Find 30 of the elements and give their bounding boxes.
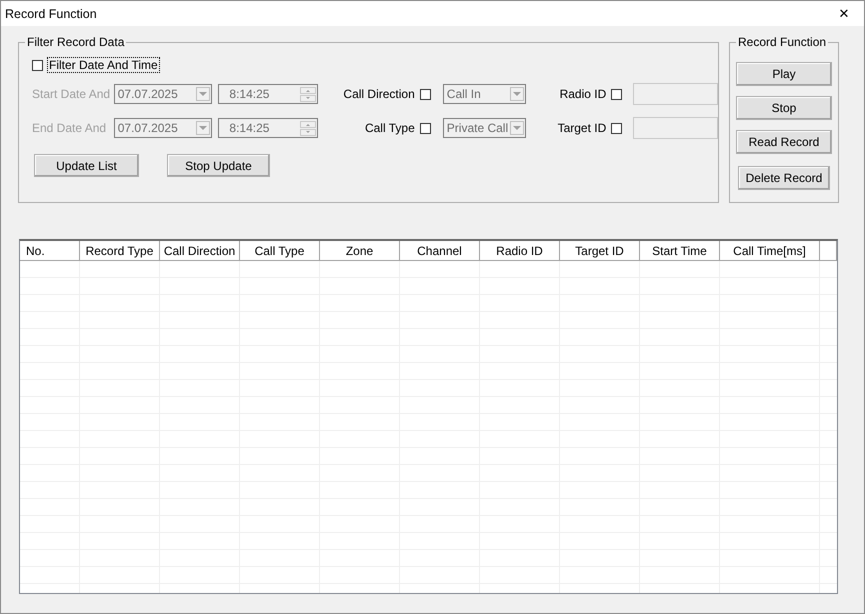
input-field[interactable] xyxy=(633,83,718,105)
column-header[interactable]: Target ID xyxy=(560,241,640,260)
group-title: Filter Record Data xyxy=(25,35,126,49)
field-label: Call Direction xyxy=(342,87,416,101)
button[interactable]: Play xyxy=(736,62,832,86)
column-header[interactable]: Channel xyxy=(400,241,480,260)
field-label: Start Date And xyxy=(32,87,112,101)
window-title: Record Function xyxy=(5,6,97,20)
button[interactable]: Read Record xyxy=(736,130,832,154)
column-header[interactable]: Record Type xyxy=(80,241,160,260)
button[interactable]: Update List xyxy=(34,154,139,177)
column-header[interactable]: Start Time xyxy=(640,241,720,260)
input-field[interactable] xyxy=(633,117,718,139)
close-button[interactable]: ✕ xyxy=(824,6,864,21)
field-label: End Date And xyxy=(32,121,108,135)
checkbox[interactable] xyxy=(32,60,43,70)
button[interactable]: Stop Update xyxy=(167,154,270,177)
column-header[interactable]: Call Time[ms] xyxy=(720,241,820,260)
button[interactable]: Delete Record xyxy=(738,166,830,190)
field-label: Radio ID xyxy=(558,87,608,101)
field-label: Target ID xyxy=(556,121,608,135)
column-header[interactable]: Call Type xyxy=(240,241,320,260)
column-header[interactable]: Zone xyxy=(320,241,400,260)
checkbox-label[interactable]: Filter Date And Time xyxy=(47,57,160,73)
group-title: Record Function xyxy=(736,35,828,49)
field-label: Call Type xyxy=(364,121,416,135)
column-header[interactable]: No. xyxy=(20,241,80,260)
column-header[interactable]: Call Direction xyxy=(160,241,240,260)
column-header[interactable]: Radio ID xyxy=(480,241,560,260)
button[interactable]: Stop xyxy=(736,96,832,120)
